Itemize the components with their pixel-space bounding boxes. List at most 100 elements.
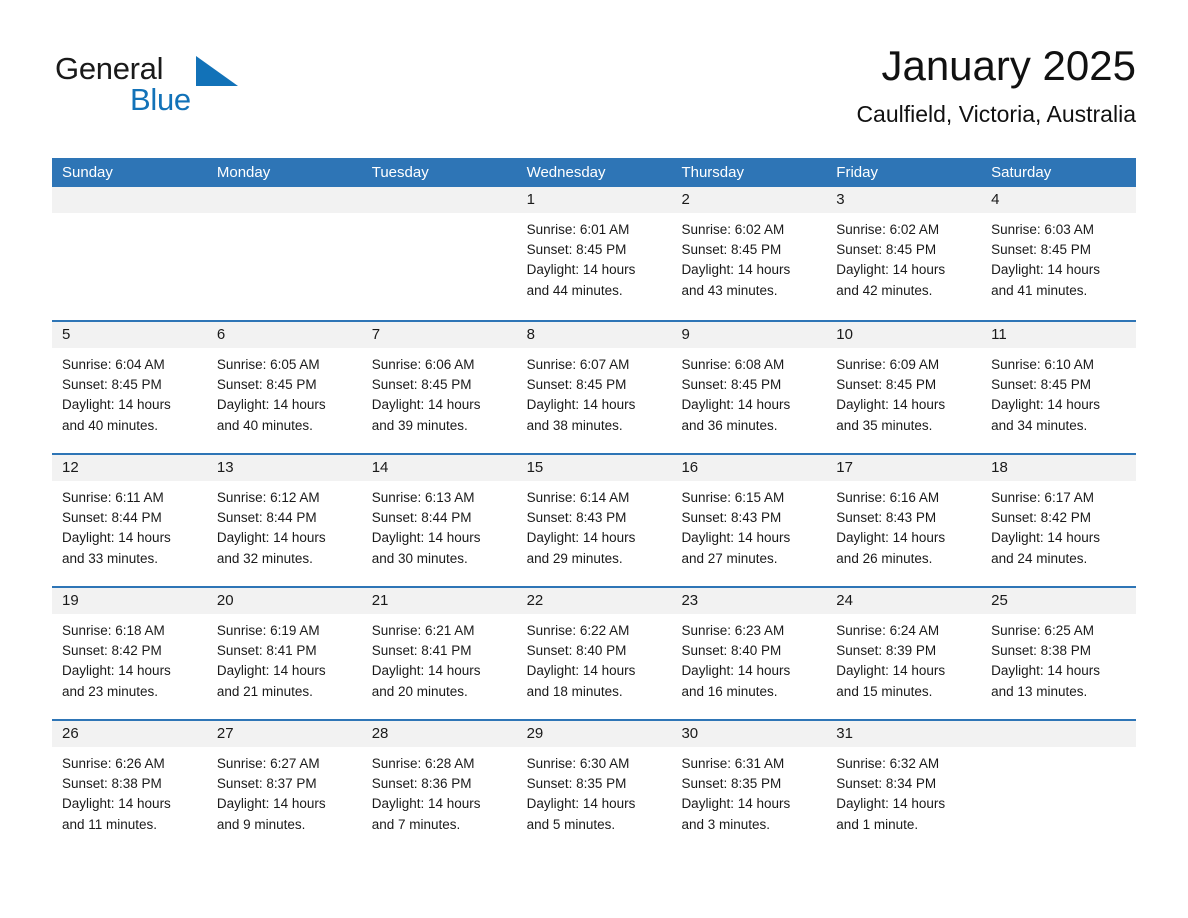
sunset-text: Sunset: 8:45 PM — [216, 377, 317, 393]
daylight-text: Daylight: 14 hours and 38 minutes. — [526, 397, 636, 433]
day-number-band: 1 — [516, 187, 672, 213]
calendar-day-cell[interactable]: 4 Sunrise: 6:03 AM Sunset: 8:45 PM Daylight… — [981, 187, 1137, 320]
logo-text-blue: Blue — [130, 82, 191, 117]
day-number: 7 — [371, 326, 381, 343]
sunset-text: Sunset: 8:43 PM — [836, 510, 937, 526]
sunset-text: Sunset: 8:42 PM — [991, 510, 1091, 526]
calendar-day-cell[interactable]: 15 Sunrise: 6:14 AM Sunset: 8:43 PM Dayligh… — [516, 455, 672, 586]
daylight-text: Daylight: 14 hours and 7 minutes. — [371, 796, 481, 832]
calendar-day-cell[interactable]: 5 Sunrise: 6:04 AM Sunset: 8:45 PM Daylight… — [52, 322, 207, 453]
page-title: January 2025 — [881, 42, 1136, 89]
sunrise-text: Sunrise: 6:18 AM — [62, 623, 165, 638]
calendar-day-cell[interactable]: 17 Sunrise: 6:16 AM Sunset: 8:43 PM Dayligh… — [826, 455, 982, 586]
day-number: 25 — [991, 592, 1008, 609]
day-info: Sunrise: 6:22 AM Sunset: 8:40 PM Daylight:… — [517, 614, 672, 702]
sunset-text: Sunset: 8:38 PM — [62, 776, 162, 792]
day-number: 1 — [526, 191, 535, 208]
calendar-day-cell[interactable]: 21 Sunrise: 6:21 AM Sunset: 8:41 PM Dayligh… — [361, 588, 517, 719]
sunrise-text: Sunrise: 6:12 AM — [216, 490, 320, 505]
day-info: Sunrise: 6:05 AM Sunset: 8:45 PM Daylight:… — [207, 348, 362, 436]
day-info: Sunrise: 6:27 AM Sunset: 8:37 PM Daylight:… — [207, 747, 362, 835]
day-info: Sunrise: 6:19 AM Sunset: 8:41 PM Daylight:… — [207, 614, 362, 702]
calendar-day-cell[interactable]: 6 Sunrise: 6:05 AM Sunset: 8:45 PM Daylight… — [206, 322, 362, 453]
day-number-band — [206, 187, 362, 213]
calendar-day-cell[interactable]: 1 Sunrise: 6:01 AM Sunset: 8:45 PM Daylight… — [516, 187, 672, 320]
calendar-day-cell[interactable]: 13 Sunrise: 6:12 AM Sunset: 8:44 PM Dayligh… — [206, 455, 362, 586]
calendar-day-cell[interactable]: 2 Sunrise: 6:02 AM Sunset: 8:45 PM Daylight… — [671, 187, 827, 320]
day-number-band: 14 — [361, 455, 517, 481]
sunrise-text: Sunrise: 6:19 AM — [216, 623, 320, 638]
calendar-day-cell[interactable]: 3 Sunrise: 6:02 AM Sunset: 8:45 PM Daylight… — [826, 187, 982, 320]
sunset-text: Sunset: 8:45 PM — [62, 377, 162, 393]
daylight-text: Daylight: 14 hours and 24 minutes. — [991, 530, 1100, 566]
calendar-day-cell[interactable]: 28 Sunrise: 6:28 AM Sunset: 8:36 PM Dayligh… — [361, 721, 517, 852]
day-info: Sunrise: 6:24 AM Sunset: 8:39 PM Daylight:… — [826, 614, 981, 702]
day-info: Sunrise: 6:12 AM Sunset: 8:44 PM Daylight:… — [207, 481, 362, 569]
general-blue-logo[interactable]: General Blue — [52, 52, 252, 128]
day-info: Sunrise: 6:23 AM Sunset: 8:40 PM Daylight:… — [671, 614, 826, 702]
day-number: 18 — [991, 459, 1008, 476]
day-number-band: 21 — [361, 588, 517, 614]
day-number: 20 — [216, 592, 234, 609]
calendar-day-cell[interactable]: 30 Sunrise: 6:31 AM Sunset: 8:35 PM Dayligh… — [671, 721, 827, 852]
day-number: 14 — [371, 459, 389, 476]
sunrise-text: Sunrise: 6:15 AM — [681, 490, 785, 505]
calendar-day-cell[interactable]: 18 Sunrise: 6:17 AM Sunset: 8:42 PM Dayligh… — [981, 455, 1137, 586]
day-number: 27 — [216, 725, 234, 742]
calendar-day-cell[interactable]: 22 Sunrise: 6:22 AM Sunset: 8:40 PM Dayligh… — [516, 588, 672, 719]
day-info: Sunrise: 6:15 AM Sunset: 8:43 PM Daylight:… — [671, 481, 826, 569]
sunrise-text: Sunrise: 6:06 AM — [371, 357, 475, 372]
calendar-day-cell[interactable]: 24 Sunrise: 6:24 AM Sunset: 8:39 PM Dayligh… — [826, 588, 982, 719]
calendar-day-cell[interactable]: 12 Sunrise: 6:11 AM Sunset: 8:44 PM Dayligh… — [52, 455, 207, 586]
sunrise-text: Sunrise: 6:03 AM — [991, 222, 1094, 237]
day-info: Sunrise: 6:11 AM Sunset: 8:44 PM Daylight:… — [52, 481, 207, 569]
calendar-day-cell[interactable]: 7 Sunrise: 6:06 AM Sunset: 8:45 PM Daylight… — [361, 322, 517, 453]
calendar-day-cell[interactable]: 25 Sunrise: 6:25 AM Sunset: 8:38 PM Dayligh… — [981, 588, 1137, 719]
sunset-text: Sunset: 8:43 PM — [681, 510, 782, 526]
calendar-day-cell[interactable]: 31 Sunrise: 6:32 AM Sunset: 8:34 PM Dayligh… — [826, 721, 982, 852]
day-number-band: 5 — [52, 322, 207, 348]
day-info: Sunrise: 6:10 AM Sunset: 8:45 PM Daylight:… — [981, 348, 1136, 436]
calendar-day-cell[interactable]: 16 Sunrise: 6:15 AM Sunset: 8:43 PM Dayligh… — [671, 455, 827, 586]
day-number-band: 20 — [206, 588, 362, 614]
calendar-day-cell[interactable]: 26 Sunrise: 6:26 AM Sunset: 8:38 PM Dayligh… — [52, 721, 207, 852]
day-number: 11 — [991, 326, 1007, 343]
calendar-day-cell[interactable]: 8 Sunrise: 6:07 AM Sunset: 8:45 PM Daylight… — [516, 322, 672, 453]
day-number-band: 15 — [516, 455, 672, 481]
calendar-day-cell[interactable]: 9 Sunrise: 6:08 AM Sunset: 8:45 PM Daylight… — [671, 322, 827, 453]
calendar-day-cell[interactable]: 14 Sunrise: 6:13 AM Sunset: 8:44 PM Dayligh… — [361, 455, 517, 586]
daylight-text: Daylight: 14 hours and 23 minutes. — [62, 663, 171, 699]
daylight-text: Daylight: 14 hours and 30 minutes. — [371, 530, 481, 566]
day-info: Sunrise: 6:26 AM Sunset: 8:38 PM Daylight:… — [52, 747, 207, 835]
day-number-band: 2 — [671, 187, 827, 213]
calendar-day-cell[interactable]: 27 Sunrise: 6:27 AM Sunset: 8:37 PM Dayligh… — [206, 721, 362, 852]
daylight-text: Daylight: 14 hours and 34 minutes. — [991, 397, 1100, 433]
daylight-text: Daylight: 14 hours and 35 minutes. — [836, 397, 946, 433]
calendar-day-cell[interactable]: 29 Sunrise: 6:30 AM Sunset: 8:35 PM Dayligh… — [516, 721, 672, 852]
daylight-text: Daylight: 14 hours and 43 minutes. — [681, 262, 791, 298]
sunset-text: Sunset: 8:45 PM — [836, 377, 937, 393]
calendar-day-cell[interactable]: 20 Sunrise: 6:19 AM Sunset: 8:41 PM Dayligh… — [206, 588, 362, 719]
daylight-text: Daylight: 14 hours and 5 minutes. — [526, 796, 636, 832]
calendar-day-cell[interactable]: 19 Sunrise: 6:18 AM Sunset: 8:42 PM Dayligh… — [52, 588, 207, 719]
calendar-day-cell[interactable]: 11 Sunrise: 6:10 AM Sunset: 8:45 PM Dayligh… — [981, 322, 1137, 453]
calendar-weeks: 1 Sunrise: 6:01 AM Sunset: 8:45 PM Daylight… — [52, 187, 1137, 852]
day-number: 9 — [681, 326, 690, 343]
sunrise-text: Sunrise: 6:02 AM — [681, 222, 785, 237]
day-number-band: 8 — [516, 322, 672, 348]
sunrise-text: Sunrise: 6:23 AM — [681, 623, 785, 638]
weekday-header-thursday: Thursday — [681, 164, 744, 181]
sunset-text: Sunset: 8:40 PM — [526, 643, 627, 659]
day-number-band: 17 — [826, 455, 982, 481]
daylight-text: Daylight: 14 hours and 15 minutes. — [836, 663, 946, 699]
day-info: Sunrise: 6:17 AM Sunset: 8:42 PM Daylight:… — [981, 481, 1136, 569]
sunrise-text: Sunrise: 6:27 AM — [216, 756, 320, 771]
day-info: Sunrise: 6:14 AM Sunset: 8:43 PM Daylight:… — [517, 481, 672, 569]
day-number-band — [981, 721, 1137, 747]
day-number-band: 25 — [981, 588, 1137, 614]
calendar-day-cell[interactable]: 10 Sunrise: 6:09 AM Sunset: 8:45 PM Dayligh… — [826, 322, 982, 453]
calendar-day-cell[interactable]: 23 Sunrise: 6:23 AM Sunset: 8:40 PM Dayligh… — [671, 588, 827, 719]
sunrise-text: Sunrise: 6:21 AM — [371, 623, 475, 638]
page-subtitle: Caulfield, Victoria, Australia — [856, 101, 1136, 127]
calendar-week-row: 1 Sunrise: 6:01 AM Sunset: 8:45 PM Daylight… — [52, 187, 1137, 320]
